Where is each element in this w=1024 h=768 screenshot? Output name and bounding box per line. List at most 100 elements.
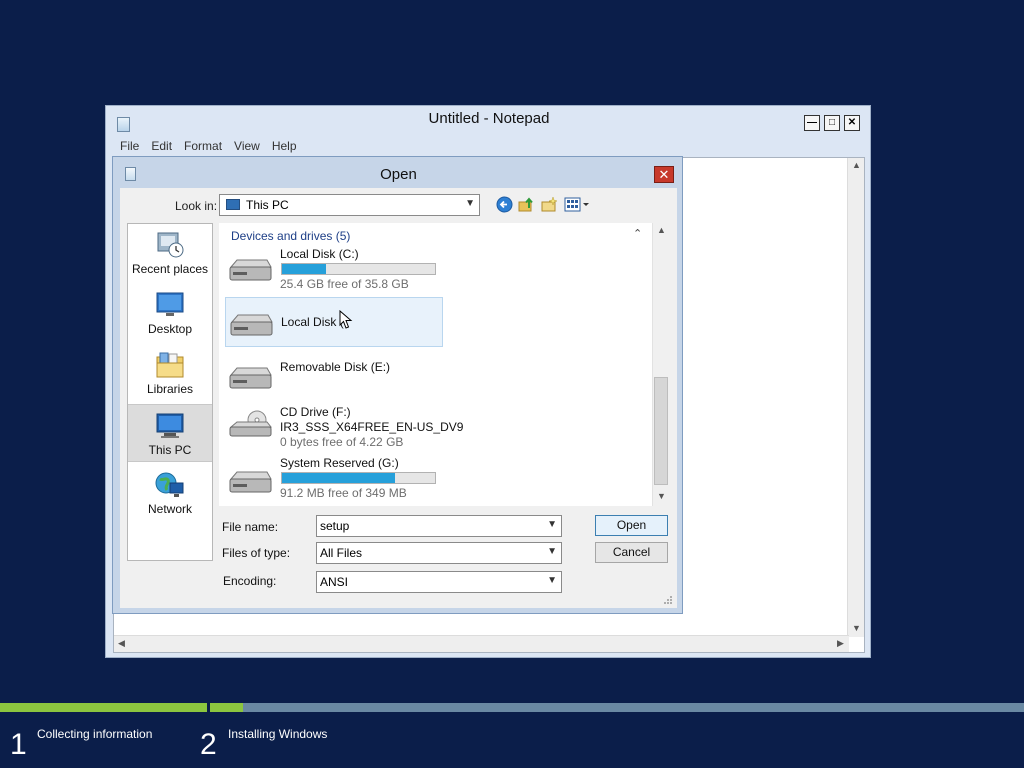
resize-grip-icon[interactable]: [663, 595, 673, 605]
place-label: This PC: [148, 443, 192, 457]
file-list[interactable]: Devices and drives (5) ⌃ Local Disk (C:)…: [219, 223, 669, 506]
open-button[interactable]: Open: [595, 515, 668, 536]
scroll-down-arrow-icon[interactable]: ▼: [849, 621, 864, 636]
removable-disk-icon: [229, 367, 272, 389]
chevron-down-icon: ▼: [547, 575, 557, 586]
drive-name: Removable Disk (E:): [280, 360, 391, 374]
drive-usage-bar: [281, 472, 436, 484]
group-header: Devices and drives (5): [231, 229, 351, 243]
libraries-icon: [156, 352, 184, 378]
files-of-type-dropdown[interactable]: All Files ▼: [316, 542, 562, 564]
progress-fill: [0, 703, 207, 712]
dialog-title: Open: [380, 166, 417, 183]
back-icon[interactable]: [496, 196, 513, 213]
place-this-pc[interactable]: This PC: [128, 404, 212, 462]
menu-view[interactable]: View: [234, 139, 260, 155]
step-label: Installing Windows: [228, 727, 328, 741]
chevron-down-icon[interactable]: ▼: [547, 519, 557, 530]
place-label: Libraries: [146, 382, 194, 396]
new-folder-icon[interactable]: [541, 196, 558, 213]
vertical-scrollbar[interactable]: ▲ ▼: [847, 158, 864, 637]
recent-places-icon: [157, 232, 184, 258]
scroll-left-arrow-icon[interactable]: ◀: [114, 636, 129, 651]
dialog-close-button[interactable]: ✕: [654, 166, 674, 183]
setup-progress-bar: [0, 703, 1024, 712]
scroll-up-arrow-icon[interactable]: ▲: [849, 158, 864, 173]
notepad-title: Untitled - Notepad: [428, 110, 550, 127]
close-button[interactable]: ✕: [844, 115, 860, 131]
drive-volume-label: IR3_SSS_X64FREE_EN-US_DV9: [280, 420, 464, 434]
drive-e[interactable]: Removable Disk (E:): [225, 351, 443, 401]
scroll-up-arrow-icon[interactable]: ▲: [654, 223, 669, 238]
hard-disk-icon: [229, 259, 272, 281]
progress-segment-collecting: [0, 703, 207, 712]
step-number: 2: [200, 728, 217, 761]
drive-g[interactable]: System Reserved (G:) 91.2 MB free of 349…: [225, 455, 443, 505]
drive-f[interactable]: CD Drive (F:) IR3_SSS_X64FREE_EN-US_DV9 …: [225, 403, 463, 453]
place-label: Network: [147, 502, 192, 516]
menu-format[interactable]: Format: [184, 139, 222, 155]
look-in-label: Look in:: [175, 199, 218, 213]
drive-name: CD Drive (F:): [280, 405, 351, 419]
drive-name: System Reserved (G:): [280, 456, 399, 470]
encoding-label: Encoding:: [223, 574, 277, 588]
drive-free-space: 0 bytes free of 4.22 GB: [280, 435, 404, 449]
step-number: 1: [10, 728, 27, 761]
menu-edit[interactable]: Edit: [151, 139, 172, 155]
step-label: Collecting information: [37, 727, 153, 741]
file-name-field[interactable]: setup ▼: [316, 515, 562, 537]
hard-disk-icon: [230, 314, 273, 336]
drive-usage-bar: [281, 263, 436, 275]
cd-drive-icon: [229, 410, 273, 437]
look-in-value: This PC: [246, 198, 289, 212]
file-name-label: File name:: [222, 520, 279, 534]
minimize-button[interactable]: —: [804, 115, 820, 131]
up-one-level-icon[interactable]: [518, 196, 535, 213]
scroll-right-arrow-icon[interactable]: ▶: [833, 636, 848, 651]
dialog-body: Look in: This PC ▼ Recent places Desktop…: [120, 188, 677, 608]
file-list-scrollbar[interactable]: ▲ ▼: [652, 223, 669, 506]
file-name-value: setup: [320, 519, 350, 533]
drive-free-space: 25.4 GB free of 35.8 GB: [280, 277, 409, 291]
drive-c[interactable]: Local Disk (C:) 25.4 GB free of 35.8 GB: [225, 243, 443, 293]
this-pc-icon: [156, 413, 184, 438]
menu-help[interactable]: Help: [272, 139, 297, 155]
network-icon: [155, 472, 184, 497]
scroll-down-arrow-icon[interactable]: ▼: [654, 489, 669, 504]
places-bar: Recent places Desktop Libraries This PC …: [127, 223, 213, 561]
encoding-value: ANSI: [320, 575, 349, 589]
chevron-down-icon: ▼: [547, 546, 557, 557]
encoding-dropdown[interactable]: ANSI ▼: [316, 571, 562, 593]
cancel-button[interactable]: Cancel: [595, 542, 668, 563]
drive-d[interactable]: Local Disk (: [225, 297, 443, 347]
place-network[interactable]: Network: [128, 464, 212, 522]
place-label: Desktop: [147, 322, 193, 336]
look-in-dropdown[interactable]: This PC ▼: [219, 194, 480, 216]
drive-usage-fill: [282, 264, 327, 274]
this-pc-small-icon: [226, 199, 240, 210]
progress-segment-installing: [210, 703, 1024, 712]
place-desktop[interactable]: Desktop: [128, 284, 212, 342]
place-libraries[interactable]: Libraries: [128, 344, 212, 402]
collapse-group-icon[interactable]: ⌃: [633, 227, 642, 240]
files-of-type-label: Files of type:: [222, 546, 291, 560]
horizontal-scrollbar[interactable]: ◀ ▶: [114, 635, 849, 652]
maximize-button[interactable]: □: [824, 115, 840, 131]
mouse-cursor-icon: [339, 310, 353, 329]
desktop-icon: [156, 292, 184, 316]
chevron-down-icon: ▼: [465, 198, 475, 209]
menu-file[interactable]: File: [120, 139, 139, 155]
place-recent-places[interactable]: Recent places: [128, 224, 212, 282]
drive-name: Local Disk (: [281, 315, 344, 329]
hard-disk-icon: [229, 471, 272, 493]
progress-fill: [210, 703, 243, 712]
menu-bar: File Edit Format View Help: [120, 139, 309, 155]
drive-usage-fill: [282, 473, 396, 483]
files-of-type-value: All Files: [320, 546, 363, 560]
scrollbar-thumb[interactable]: [654, 377, 668, 485]
open-dialog: Open ✕ Look in: This PC ▼ Recent places …: [112, 156, 683, 614]
view-menu-icon[interactable]: [564, 196, 590, 213]
place-label: Recent places: [131, 262, 209, 276]
drive-name: Local Disk (C:): [280, 247, 359, 261]
drive-free-space: 91.2 MB free of 349 MB: [280, 486, 407, 500]
